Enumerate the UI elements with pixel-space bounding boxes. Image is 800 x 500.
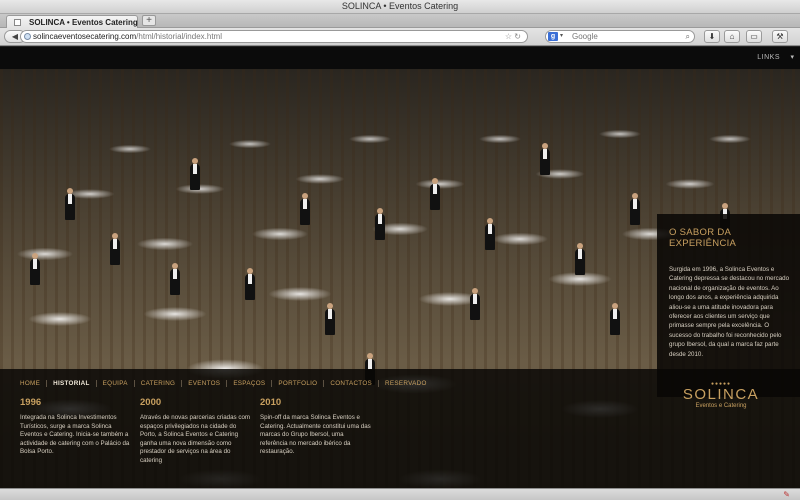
new-tab-button[interactable]: + (142, 15, 156, 26)
addon-icon[interactable]: ✎ (783, 490, 790, 499)
bottom-panel: HOME HISTORIAL EQUIPA CATERING EVENTOS ESPAÇO… (0, 369, 800, 488)
waiter-figure (540, 143, 550, 175)
window-icon: ▭ (750, 32, 758, 41)
address-bar[interactable]: solincaeventosecatering.com/html/histori… (20, 30, 528, 43)
nav-historial[interactable]: HISTORIAL (46, 380, 96, 387)
nav-portfolio[interactable]: PORTFOLIO (271, 380, 324, 387)
history-year: 2000 (140, 397, 162, 408)
main-nav: HOME HISTORIAL EQUIPA CATERING EVENTOS ESPAÇO… (20, 380, 433, 387)
links-menu[interactable]: LINKS (757, 54, 780, 61)
waiter-figure (485, 218, 495, 250)
download-button[interactable]: ⬇ (704, 30, 720, 43)
waiter-figure (325, 303, 335, 335)
nav-espacos[interactable]: ESPAÇOS (226, 380, 272, 387)
nav-equipa[interactable]: EQUIPA (95, 380, 134, 387)
waiter-figure (245, 268, 255, 300)
history-year: 2010 (260, 397, 282, 408)
status-bar: ✎ (0, 488, 800, 500)
window-button[interactable]: ▭ (746, 30, 762, 43)
waiter-figure (610, 303, 620, 335)
chevron-down-icon[interactable]: ▾ (790, 53, 794, 61)
download-icon: ⬇ (708, 32, 716, 41)
browser-tab[interactable]: SOLINCA • Eventos Catering (6, 15, 138, 28)
history-entry: 2010 Spin-off da marca Solinca Eventos e… (260, 397, 372, 457)
waiter-figure (190, 158, 200, 190)
favicon-icon (14, 19, 21, 26)
logo-name: SOLINCA (682, 386, 760, 403)
site-header: LINKS ▾ (0, 47, 800, 69)
solinca-logo[interactable]: ●●●●● SOLINCA Eventos e Catering (662, 381, 780, 409)
waiter-figure (65, 188, 75, 220)
tools-button[interactable]: ⚒ (772, 30, 788, 43)
history-entry: 2000 Através de novas parcerias criadas … (140, 397, 252, 466)
reload-icon[interactable]: ↻ (514, 32, 521, 41)
history-text: Através de novas parcerias criadas com e… (140, 414, 251, 464)
google-icon[interactable]: g (548, 32, 558, 41)
waiter-figure (430, 178, 440, 210)
waiter-figure (630, 193, 640, 225)
tab-label: SOLINCA • Eventos Catering (29, 18, 138, 27)
nav-reservado[interactable]: RESERVADO (378, 380, 433, 387)
waiter-figure (110, 233, 120, 265)
nav-eventos[interactable]: EVENTOS (181, 380, 227, 387)
info-text: Surgida em 1996, a Solinca Eventos e Cat… (669, 266, 790, 358)
history-text: Integrada na Solinca Investimentos Turís… (20, 414, 130, 456)
waiter-figure (30, 253, 40, 285)
url-path: /html/historial/index.html (136, 32, 222, 41)
search-input[interactable]: g ▾ Google ⌕ (545, 30, 695, 43)
tab-bar: SOLINCA • Eventos Catering + (0, 14, 800, 28)
waiter-figure (575, 243, 585, 275)
nav-contactos[interactable]: CONTACTOS (323, 380, 379, 387)
history-year: 1996 (20, 397, 42, 408)
page-viewport: LINKS ▾ O SABOR DA EXPERIÊNCIA Surgida e… (0, 47, 800, 488)
globe-icon (24, 33, 31, 40)
chevron-down-icon[interactable]: ▾ (560, 31, 563, 42)
url-domain: solincaeventosecatering.com (33, 32, 137, 41)
nav-catering[interactable]: CATERING (133, 380, 182, 387)
window-titlebar: SOLINCA • Eventos Catering (0, 0, 800, 14)
waiter-figure (470, 288, 480, 320)
browser-toolbar: ◀ solincaeventosecatering.com/html/histo… (0, 28, 800, 46)
tools-icon: ⚒ (776, 32, 784, 41)
info-title: O SABOR DA EXPERIÊNCIA (669, 227, 737, 249)
waiter-figure (170, 263, 180, 295)
home-button[interactable]: ⌂ (724, 30, 740, 43)
home-icon: ⌂ (729, 32, 735, 41)
bookmark-star-icon[interactable]: ☆ (505, 32, 512, 41)
back-icon[interactable]: ◀ (12, 32, 18, 41)
logo-subtitle: Eventos e Catering (695, 403, 747, 409)
history-text: Spin-off da marca Solinca Eventos e Cate… (260, 414, 371, 456)
search-icon[interactable]: ⌕ (686, 31, 690, 42)
nav-home[interactable]: HOME (20, 380, 46, 387)
history-entry: 1996 Integrada na Solinca Investimentos … (20, 397, 132, 457)
search-placeholder: Google (572, 32, 598, 41)
window-title: SOLINCA • Eventos Catering (341, 1, 459, 11)
waiter-figure (375, 208, 385, 240)
waiter-figure (300, 193, 310, 225)
